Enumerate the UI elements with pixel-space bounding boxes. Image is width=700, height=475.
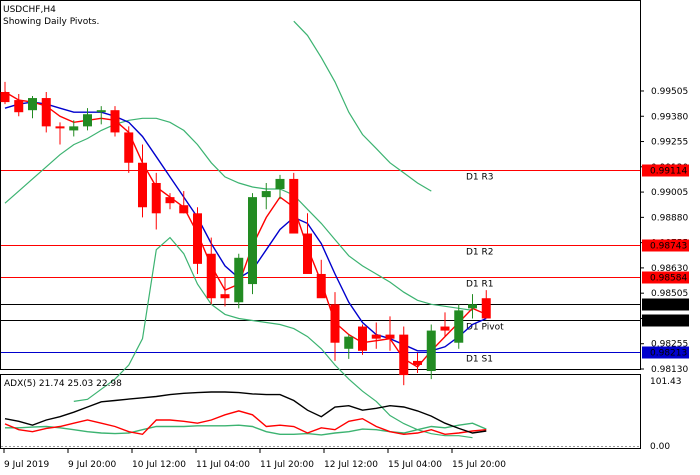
candle-body-bear [440, 326, 450, 331]
adx-label: ADX(5) 21.74 25.03 22.98 [4, 379, 122, 389]
candle-body-bear [316, 273, 326, 299]
price-tick-label: 0.99505 [651, 87, 688, 97]
candle-body-bull [69, 126, 79, 131]
candle-body-bull [96, 110, 106, 113]
candle-body-bear [385, 334, 395, 339]
time-tick-label: 9 Jul 20:00 [68, 460, 117, 470]
pivot-price-tag-label: 0.98584 [650, 274, 687, 284]
candle-body-bull [426, 330, 436, 372]
candle-body-bear [193, 213, 202, 264]
adx-top-tick: 101.43 [650, 377, 682, 387]
candle-body-bear [179, 205, 189, 214]
candle-body-bear [14, 100, 24, 113]
candle-body-bear [124, 132, 134, 163]
symbol-title: USDCHF,H4 [3, 5, 56, 15]
pivot-subtitle: Showing Daily Pivots. [3, 17, 99, 27]
candle-body-bear [371, 334, 381, 339]
candle-body-bear [289, 178, 299, 234]
candle-body-bear [330, 304, 340, 343]
candle-body-bear [55, 126, 65, 129]
candle-body-bear [481, 298, 491, 319]
candle-body-bull [454, 310, 464, 343]
candle-body-bull [275, 178, 285, 190]
candle-body-bear [138, 162, 147, 208]
adx-bottom-tick: 0.00 [650, 442, 670, 452]
price-tick-label: 0.99255 [651, 138, 688, 148]
price-tick-label: 0.99380 [651, 112, 688, 122]
candle-body-bear [358, 326, 367, 351]
time-tick-label: 10 Jul 12:00 [132, 460, 186, 470]
candle-body-bull [28, 98, 37, 111]
pivot-line-name: D1 Pivot [466, 323, 504, 333]
candle-body-bear [151, 182, 161, 214]
candle-body-bear [165, 197, 175, 204]
candle-body-bull [83, 114, 92, 127]
candle-body-bull [468, 304, 477, 309]
candle-body-bull [261, 191, 271, 198]
time-tick-label: 9 Jul 2019 [4, 460, 49, 470]
price-axis: 0.995050.993800.992550.991300.990050.988… [640, 87, 688, 375]
candle-body-bear [220, 294, 230, 299]
pivot-line-name: D1 R1 [466, 280, 494, 290]
pivot-price-tag-label: 0.98743 [650, 242, 687, 252]
pivot-line-name: D1 S1 [466, 355, 493, 365]
candle-body-bear [303, 233, 312, 274]
price-tick-label: 0.98130 [651, 365, 688, 375]
time-tick-label: 12 Jul 12:00 [324, 460, 378, 470]
pivot-line-name: D1 R3 [466, 173, 494, 183]
pivot-price-tag-label: 0.98213 [650, 349, 687, 359]
price-tick-label: 0.98505 [651, 289, 688, 299]
pivot-price-tag-label: 0.98451 [650, 301, 687, 311]
candle-body-bear [413, 360, 422, 365]
candle-body-bear [41, 98, 51, 127]
candle-body-bear [399, 334, 409, 376]
price-tick-label: 0.98880 [651, 213, 688, 223]
candle-body-bull [234, 257, 244, 303]
time-tick-label: 11 Jul 20:00 [260, 460, 314, 470]
candle-body-bull [248, 197, 257, 285]
chart-canvas: D1 R3 D1 R2 D1 R1 D1 Pivot D1 S1 0.99505 0.99… [0, 0, 689, 470]
price-tick-label: 0.99005 [651, 188, 688, 198]
pivot-price-tag-label: 0.98372 [650, 317, 687, 327]
pivot-price-tag-label: 0.99114 [650, 167, 687, 177]
candle-body-bear [110, 110, 120, 133]
candle-body-bear [0, 91, 10, 103]
time-tick-label: 15 Jul 04:00 [388, 460, 442, 470]
time-tick-label: 11 Jul 04:00 [196, 460, 250, 470]
pivot-line-name: D1 R2 [466, 248, 494, 258]
candle-body-bear [206, 253, 216, 299]
time-tick-label: 15 Jul 20:00 [452, 460, 506, 470]
time-axis: 9 Jul 2019 9 Jul 20:00 10 Jul 12:00 11 Jul … [3, 449, 506, 470]
candle-body-bull [344, 336, 354, 349]
